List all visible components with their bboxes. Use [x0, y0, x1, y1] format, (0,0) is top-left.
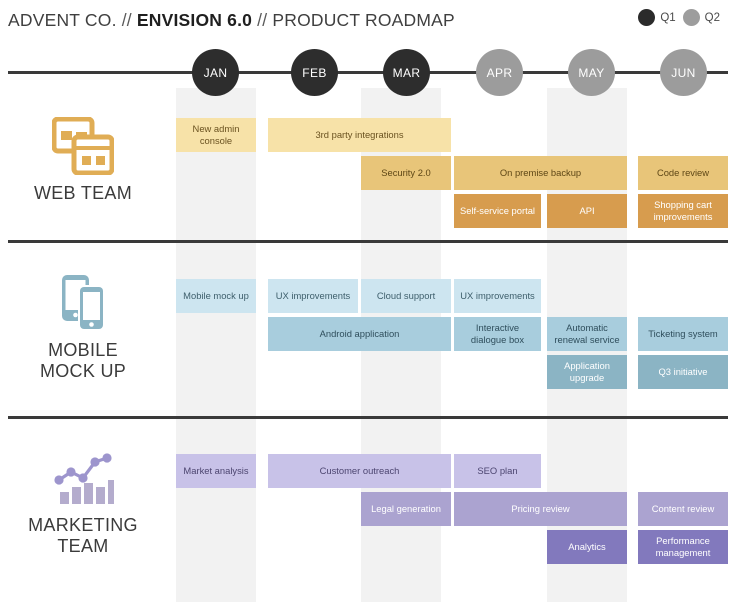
task-bar-analytics[interactable]: Analytics: [547, 530, 627, 564]
task-label: Application upgrade: [564, 360, 610, 383]
lane-name-mobile-line1: MOBILE: [48, 340, 118, 360]
task-label: Ticketing system: [648, 328, 718, 340]
task-label: Android application: [319, 328, 400, 340]
company-name: ADVENT CO.: [8, 10, 117, 30]
timeline-month-mar[interactable]: MAR: [383, 49, 430, 96]
task-bar-customer-outreach[interactable]: Customer outreach: [268, 454, 451, 488]
title-separator-2: //: [257, 10, 268, 30]
lane-name-marketing: MARKETING TEAM: [0, 515, 166, 557]
lane-label-marketing: MARKETING TEAM: [0, 447, 166, 557]
task-label: UX improvements: [460, 290, 535, 302]
task-label: Code review: [656, 167, 710, 179]
task-label: UX improvements: [275, 290, 351, 302]
page-title: ADVENT CO. // ENVISION 6.0 // PRODUCT RO…: [8, 10, 455, 31]
document-title: PRODUCT ROADMAP: [272, 10, 455, 30]
lane-name-marketing-line2: TEAM: [57, 536, 109, 557]
timeline-axis: [8, 71, 728, 74]
task-bar-ticketing-system[interactable]: Ticketing system: [638, 317, 728, 351]
task-label: API: [579, 205, 595, 217]
task-label: Shopping cart improvements: [653, 199, 713, 222]
lane-name-mobile-line2: MOCK UP: [39, 361, 127, 382]
month-label-mar: MAR: [392, 65, 421, 80]
browser-windows-icon: [0, 115, 166, 177]
lane-name-marketing-line1: MARKETING: [28, 515, 138, 535]
task-label: Interactive dialogue box: [470, 322, 525, 345]
title-separator-1: //: [121, 10, 132, 30]
month-label-jun: JUN: [671, 65, 696, 80]
timeline-month-feb[interactable]: FEB: [291, 49, 338, 96]
timeline-month-jun[interactable]: JUN: [660, 49, 707, 96]
legend-dot-q2-icon: [682, 9, 700, 26]
task-bar-cloud-support[interactable]: Cloud support: [361, 279, 451, 313]
task-label: Customer outreach: [319, 465, 400, 477]
task-bar-performance-management[interactable]: Performance management: [638, 530, 728, 564]
timeline-month-jan[interactable]: JAN: [192, 49, 239, 96]
task-bar-content-review[interactable]: Content review: [638, 492, 728, 526]
task-bar-security-2-0[interactable]: Security 2.0: [361, 156, 451, 190]
task-bar-shopping-cart-improvements[interactable]: Shopping cart improvements: [638, 194, 728, 228]
legend-label-q1: Q1: [660, 11, 676, 24]
task-label: SEO plan: [477, 465, 518, 477]
mobile-phones-icon: [0, 272, 166, 334]
month-label-jan: JAN: [203, 65, 228, 80]
task-bar-interactive-dialogue-box[interactable]: Interactive dialogue box: [454, 317, 541, 351]
month-label-may: MAY: [578, 65, 605, 80]
lane-label-mobile: MOBILE MOCK UP: [0, 272, 166, 382]
lane-divider-1: [8, 240, 728, 243]
task-bar-android-application[interactable]: Android application: [268, 317, 451, 351]
task-label: Q3 initiative: [658, 366, 708, 378]
lane-label-web: WEB TEAM: [0, 115, 166, 204]
task-label: Self-service portal: [459, 205, 536, 217]
task-bar-pricing-review[interactable]: Pricing review: [454, 492, 627, 526]
task-label: Mobile mock up: [183, 290, 249, 302]
task-label: Cloud support: [376, 290, 436, 302]
column-band-jan: [176, 88, 256, 602]
task-bar-q3-initiative[interactable]: Q3 initiative: [638, 355, 728, 389]
task-label: 3rd party integrations: [315, 129, 404, 141]
task-bar-code-review[interactable]: Code review: [638, 156, 728, 190]
task-label: Automatic renewal service: [554, 322, 620, 345]
lane-name-web: WEB TEAM: [33, 183, 133, 203]
lane-name-mobile: MOBILE MOCK UP: [0, 340, 166, 382]
task-bar-ux-improvements-apr[interactable]: UX improvements: [454, 279, 541, 313]
roadmap-canvas: ADVENT CO. // ENVISION 6.0 // PRODUCT RO…: [0, 0, 736, 602]
task-label: On premise backup: [499, 167, 582, 179]
quarter-legend: Q1 Q2: [638, 9, 720, 26]
month-label-apr: APR: [486, 65, 513, 80]
legend-dot-q1-icon: [638, 9, 656, 26]
timeline-month-apr[interactable]: APR: [476, 49, 523, 96]
task-label: Market analysis: [183, 465, 249, 477]
task-bar-on-premise-backup[interactable]: On premise backup: [454, 156, 627, 190]
bar-chart-growth-icon: [0, 447, 166, 509]
task-bar-self-service-portal[interactable]: Self-service portal: [454, 194, 541, 228]
task-label: Security 2.0: [381, 167, 431, 179]
task-bar-3rd-party-integrations[interactable]: 3rd party integrations: [268, 118, 451, 152]
task-bar-automatic-renewal-service[interactable]: Automatic renewal service: [547, 317, 627, 351]
task-bar-new-admin-console[interactable]: New admin console: [176, 118, 256, 152]
task-label: Legal generation: [371, 503, 441, 515]
lane-divider-2: [8, 416, 728, 419]
task-bar-legal-generation[interactable]: Legal generation: [361, 492, 451, 526]
task-label: Content review: [651, 503, 715, 515]
product-name: ENVISION 6.0: [136, 10, 253, 30]
timeline-month-may[interactable]: MAY: [568, 49, 615, 96]
task-bar-application-upgrade[interactable]: Application upgrade: [547, 355, 627, 389]
task-bar-seo-plan[interactable]: SEO plan: [454, 454, 541, 488]
legend-item-q1: Q1: [638, 9, 676, 26]
task-bar-api[interactable]: API: [547, 194, 627, 228]
task-label: Analytics: [568, 541, 606, 553]
task-label: Performance management: [655, 535, 711, 558]
task-label: Pricing review: [511, 503, 570, 515]
task-bar-mobile-mock-up[interactable]: Mobile mock up: [176, 279, 256, 313]
task-bar-ux-improvements-feb[interactable]: UX improvements: [268, 279, 358, 313]
month-label-feb: FEB: [302, 65, 327, 80]
legend-item-q2: Q2: [682, 9, 720, 26]
task-bar-market-analysis[interactable]: Market analysis: [176, 454, 256, 488]
legend-label-q2: Q2: [704, 11, 720, 24]
task-label: New admin console: [192, 123, 240, 146]
